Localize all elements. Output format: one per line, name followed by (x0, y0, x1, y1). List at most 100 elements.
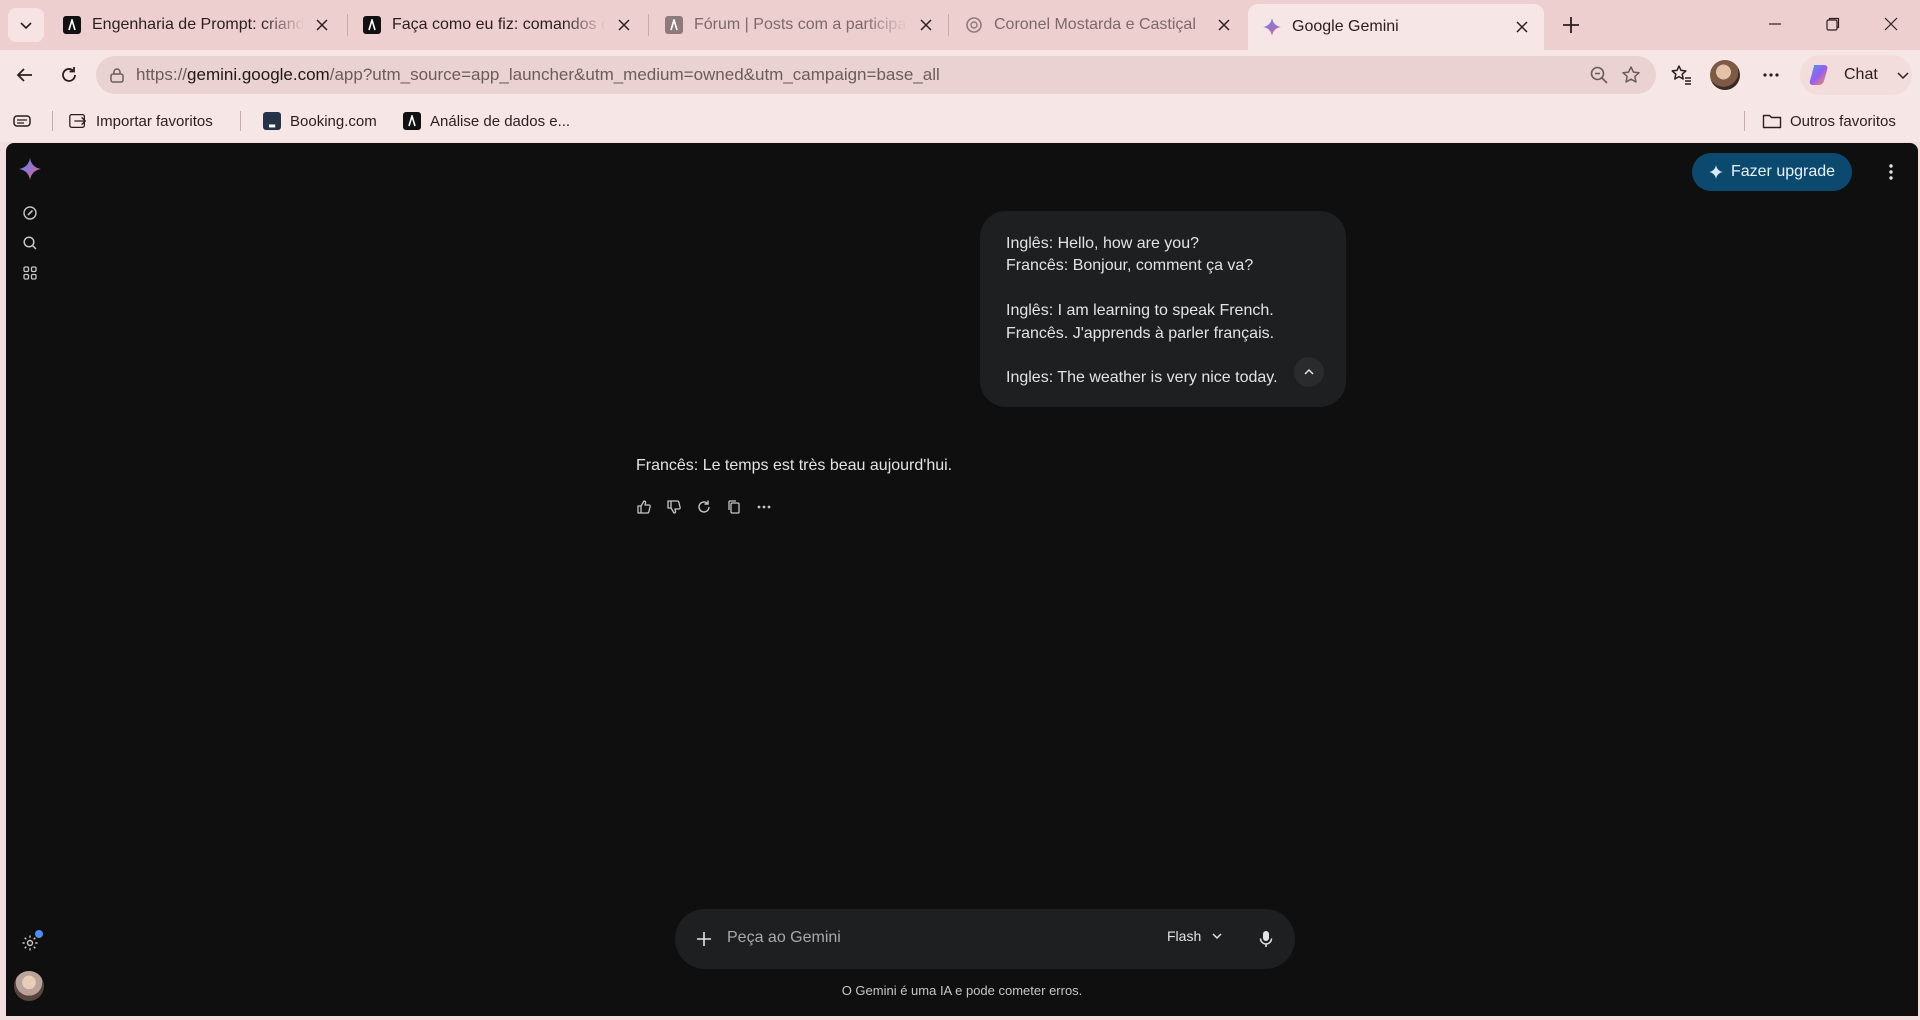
thumbs-down-button[interactable] (662, 495, 686, 519)
message-line: Francês: Bonjour, comment ça va? (1006, 257, 1254, 275)
settings-menu-button[interactable] (1754, 58, 1788, 92)
message-line (1006, 278, 1320, 300)
tab-list-button[interactable] (8, 8, 44, 42)
tab-google-gemini[interactable]: Google Gemini (1248, 4, 1544, 50)
tab-separator (948, 14, 949, 36)
tab-forum-posts[interactable]: Fórum | Posts com a participação d (650, 6, 948, 44)
navigation-bar: https://gemini.google.com/app?utm_source… (0, 50, 1920, 100)
tab-engenharia-prompt[interactable]: Engenharia de Prompt: criando pro (48, 6, 344, 44)
chevron-up-icon (1304, 368, 1314, 375)
tab-coronel-mostarda[interactable]: Coronel Mostarda e Castiçal (950, 6, 1246, 44)
upgrade-label: Fazer upgrade (1730, 163, 1836, 180)
tab-faca-como-eu-fiz[interactable]: Faça como eu fiz: comandos com e (348, 6, 646, 44)
more-options-button[interactable] (1876, 157, 1906, 187)
gemini-icon (1262, 17, 1282, 37)
tab-title: Fórum | Posts com a participação d (694, 16, 908, 33)
zoom-icon[interactable] (1582, 56, 1616, 94)
tab-title: Google Gemini (1292, 18, 1399, 35)
booking-icon: ▬ (262, 111, 282, 131)
close-tab-icon[interactable] (310, 13, 334, 37)
tab-strip: Engenharia de Prompt: criando pro Faça c… (0, 0, 1920, 50)
other-bookmarks-button[interactable]: Outros favoritos (1762, 108, 1896, 134)
url-path: /app?utm_source=app_launcher&utm_medium=… (329, 65, 940, 84)
restore-button[interactable] (1803, 0, 1863, 48)
tab-title: Faça como eu fiz: comandos com e (392, 16, 606, 33)
url-host: gemini.google.com (187, 65, 330, 84)
new-chat-button[interactable] (16, 199, 44, 227)
upgrade-button[interactable]: Fazer upgrade (1692, 153, 1852, 191)
anthropic-icon (664, 15, 684, 35)
chevron-down-icon (1897, 72, 1909, 80)
close-window-button[interactable] (1861, 0, 1920, 48)
minimize-button[interactable] (1745, 0, 1805, 48)
plus-icon (697, 932, 711, 946)
regenerate-button[interactable] (692, 495, 716, 519)
message-line: Francês. J'apprends à parler français. (1006, 324, 1275, 342)
chevron-down-icon (20, 22, 32, 30)
add-attachment-button[interactable] (689, 924, 719, 954)
copy-icon (728, 500, 740, 514)
copilot-chat-button[interactable]: Chat (1800, 55, 1912, 95)
address-bar[interactable]: https://gemini.google.com/app?utm_source… (96, 56, 1656, 94)
reload-button[interactable] (52, 58, 86, 92)
chatgpt-icon (964, 15, 984, 35)
url-text[interactable]: https://gemini.google.com/app?utm_source… (136, 65, 940, 85)
favorites-button[interactable] (1664, 58, 1698, 92)
plus-icon (1563, 17, 1579, 33)
refresh-icon (698, 500, 710, 513)
apps-icon (23, 266, 37, 280)
gemini-icon (19, 158, 41, 180)
chat-label: Chat (1844, 66, 1878, 83)
close-tab-icon[interactable] (1510, 15, 1534, 39)
message-line: Inglês: Hello, how are you? (1006, 235, 1199, 252)
copy-button[interactable] (722, 495, 746, 519)
user-message: Inglês: Hello, how are you? Francês: Bon… (980, 211, 1346, 407)
close-tab-icon[interactable] (612, 13, 636, 37)
close-tab-icon[interactable] (914, 13, 938, 37)
folder-icon (1762, 111, 1782, 131)
anthropic-icon (362, 15, 382, 35)
collapse-message-button[interactable] (1294, 357, 1324, 387)
profile-button[interactable] (1708, 58, 1742, 92)
bookmark-analise-dados[interactable]: Análise de dados e... (402, 108, 570, 134)
search-button[interactable] (16, 229, 44, 257)
site-info-icon[interactable] (100, 58, 134, 92)
message-line (1006, 345, 1320, 367)
tab-title: Engenharia de Prompt: criando pro (92, 16, 304, 33)
more-actions-button[interactable] (752, 495, 776, 519)
bookmark-label: Análise de dados e... (430, 112, 571, 130)
model-response: Francês: Le temps est très beau aujourd'… (636, 457, 953, 474)
import-icon (68, 111, 88, 131)
tab-title: Coronel Mostarda e Castiçal (994, 16, 1196, 33)
arrow-left-icon (16, 68, 32, 82)
prompt-composer[interactable]: Peça ao Gemini Flash (675, 909, 1295, 969)
response-actions (632, 495, 776, 519)
settings-button[interactable] (16, 929, 44, 957)
prompt-input[interactable]: Peça ao Gemini (727, 929, 841, 947)
other-bookmarks-label: Outros favoritos (1790, 112, 1896, 130)
tab-separator (648, 14, 649, 36)
microphone-button[interactable] (1251, 924, 1281, 954)
back-button[interactable] (8, 58, 42, 92)
microphone-icon (1259, 931, 1273, 947)
notification-dot (35, 930, 43, 938)
bookmark-importar-favoritos[interactable]: Importar favoritos (68, 108, 213, 134)
minimize-icon (1769, 23, 1781, 25)
close-tab-icon[interactable] (1212, 13, 1236, 37)
favorite-star-icon[interactable] (1614, 56, 1648, 94)
thumbs-up-button[interactable] (632, 495, 656, 519)
message-line: Inglês: I am learning to speak French. (1006, 302, 1274, 320)
bookmark-separator (52, 111, 53, 131)
more-horizontal-icon (1763, 73, 1779, 77)
bookmark-separator (1744, 111, 1745, 131)
gems-button[interactable] (16, 259, 44, 287)
bookmark-booking[interactable]: ▬ Booking.com (262, 108, 377, 134)
restore-icon (1826, 17, 1840, 31)
thumbs-up-icon (637, 500, 651, 514)
collections-button[interactable] (12, 108, 40, 134)
model-selector[interactable]: Flash (1167, 928, 1223, 944)
sparkle-icon (1708, 165, 1723, 179)
gemini-logo[interactable] (16, 155, 44, 183)
thumbs-down-icon (667, 500, 681, 514)
new-tab-button[interactable] (1556, 10, 1586, 40)
